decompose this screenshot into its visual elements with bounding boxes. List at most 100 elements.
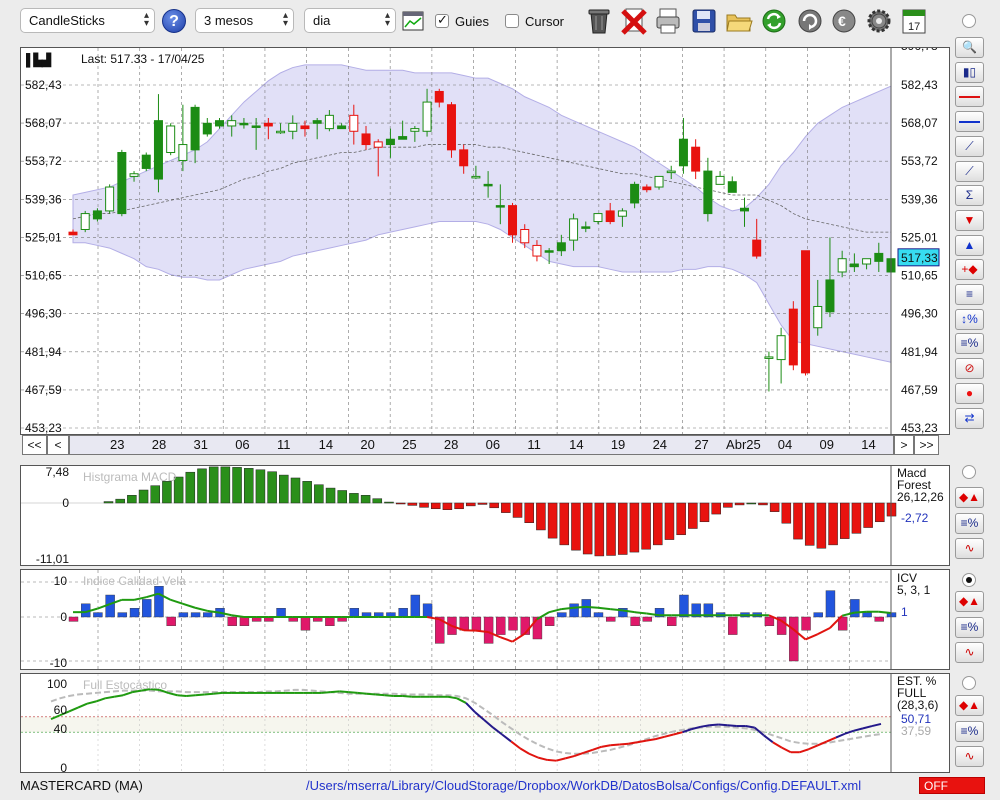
y-tick-label: 568,07 bbox=[25, 116, 62, 130]
trendline-icon[interactable]: ⟋ bbox=[955, 160, 984, 182]
interval-select[interactable]: dia ▴ ▾ bbox=[304, 8, 396, 33]
nav-first-button[interactable]: << bbox=[22, 435, 47, 455]
icv-bar bbox=[728, 616, 738, 635]
period-select[interactable]: 3 mesos ▴ ▾ bbox=[195, 8, 294, 33]
print-icon[interactable] bbox=[654, 6, 682, 36]
x-tick-label: 06 bbox=[235, 437, 250, 452]
stochastic-k-line bbox=[402, 695, 412, 698]
macd-bar bbox=[699, 502, 710, 523]
icv-bar bbox=[325, 616, 335, 627]
stochastic-k-line bbox=[339, 690, 349, 694]
crossing-curves-icon[interactable]: ∿ bbox=[955, 642, 984, 663]
candle bbox=[324, 114, 334, 130]
nav-next-button[interactable]: > bbox=[894, 435, 914, 455]
percent-scale-icon[interactable]: ↕% bbox=[955, 308, 984, 330]
chart-type-select[interactable]: CandleSticks ▴ ▾ bbox=[20, 8, 155, 33]
icv-bar bbox=[789, 616, 799, 662]
macd-bar bbox=[793, 502, 803, 540]
candle bbox=[569, 218, 579, 241]
horizontal-line-blue-icon[interactable] bbox=[955, 111, 984, 133]
stochastic-name: EST. % FULL bbox=[897, 674, 937, 700]
candle bbox=[849, 263, 859, 268]
icv-bar bbox=[166, 616, 176, 627]
macd-bar bbox=[816, 502, 827, 549]
macd-bar bbox=[629, 502, 640, 553]
update-icon[interactable] bbox=[796, 6, 824, 36]
settings-icon[interactable] bbox=[865, 6, 893, 36]
horizontal-line-red-icon[interactable] bbox=[955, 86, 984, 108]
stochastic-pane-radio[interactable] bbox=[962, 676, 976, 690]
calendar-icon[interactable]: 17 bbox=[900, 6, 928, 36]
trash-icon[interactable] bbox=[585, 6, 613, 36]
nav-last-button[interactable]: >> bbox=[914, 435, 939, 455]
macd-name: Macd Forest bbox=[897, 466, 932, 492]
currency-icon[interactable]: € bbox=[830, 6, 858, 36]
icv-bar bbox=[496, 616, 506, 635]
bar-style-icon[interactable]: ▮▯ bbox=[955, 61, 984, 83]
icv-pane[interactable]: 10 0 -10 Indice Calidad Vela ICV 5, 3, 1 1 bbox=[20, 569, 950, 670]
price-chart-pane[interactable]: 596,78 582,43 582,43 568,07 568,07 553,72 553,… bbox=[20, 47, 950, 435]
save-icon[interactable] bbox=[690, 6, 718, 36]
candle bbox=[874, 252, 884, 262]
icv-signal-line bbox=[854, 610, 867, 614]
y-tick-label: 568,07 bbox=[901, 116, 938, 130]
last-price-label: Last: 517.33 - 17/04/25 bbox=[81, 52, 205, 66]
macd-bar bbox=[372, 498, 383, 504]
delete-icon[interactable] bbox=[620, 6, 648, 36]
grid-lines-icon[interactable]: ≡ bbox=[955, 284, 984, 305]
main-pane-radio[interactable] bbox=[962, 14, 976, 28]
icv-bar bbox=[801, 616, 811, 631]
guides-checkbox[interactable] bbox=[435, 12, 449, 28]
date-axis[interactable]: 23 28 31 06 11 14 20 25 28 06 11 14 19 24 27 Abr25 04 09 1… bbox=[69, 435, 917, 455]
y-tick-label: 100 bbox=[47, 677, 67, 691]
macd-pane[interactable]: 7,48 0 -11,01 Histgrama MACD Macd Forest 2… bbox=[20, 465, 950, 566]
help-button[interactable]: ? bbox=[162, 9, 186, 33]
arrow-up-blue-icon[interactable]: ▲ bbox=[955, 234, 984, 256]
arrow-down-red-icon[interactable]: ▼ bbox=[955, 209, 984, 231]
percent-lines-icon[interactable]: ≡% bbox=[955, 616, 984, 638]
refresh-icon[interactable] bbox=[760, 6, 788, 36]
icv-bar bbox=[850, 599, 860, 618]
cursor-checkbox[interactable] bbox=[505, 14, 519, 28]
select-chevron-icon: ▴ ▾ bbox=[384, 10, 390, 29]
percent-lines-icon[interactable]: ≡% bbox=[955, 720, 984, 742]
arrows-up-down-icon[interactable]: ◆▲ bbox=[955, 487, 984, 508]
stochastic-k-line bbox=[601, 744, 611, 748]
fibonacci-icon[interactable]: ⟋ bbox=[955, 135, 984, 157]
macd-bar bbox=[828, 502, 838, 546]
macd-params: 26,12,26 bbox=[897, 490, 944, 504]
stop-icon[interactable]: ⊘ bbox=[955, 358, 984, 380]
crossing-curves-icon[interactable]: ∿ bbox=[955, 746, 984, 767]
arrows-up-down-icon[interactable]: ◆▲ bbox=[955, 695, 984, 716]
candle bbox=[837, 258, 847, 273]
stochastic-k-line bbox=[718, 723, 728, 727]
stochastic-pane[interactable]: 100 60 40 0 Full Estocàstico EST. % FULL (2… bbox=[20, 673, 950, 773]
open-folder-icon[interactable] bbox=[725, 6, 753, 36]
percent-icon[interactable]: ≡% bbox=[955, 333, 984, 355]
nav-prev-button[interactable]: < bbox=[47, 435, 69, 455]
candle bbox=[825, 279, 835, 313]
candle bbox=[703, 170, 713, 215]
macd-bar bbox=[734, 502, 745, 506]
icv-bar bbox=[874, 616, 884, 622]
mode-off-button[interactable]: OFF bbox=[919, 777, 985, 794]
sigma-line-icon[interactable]: Σ bbox=[955, 185, 984, 207]
macd-bar bbox=[407, 502, 418, 506]
icv-bar bbox=[764, 616, 775, 627]
macd-bar bbox=[536, 502, 546, 531]
add-remove-icon[interactable]: +◆ bbox=[955, 259, 984, 281]
macd-bar bbox=[466, 502, 476, 507]
crossing-curves-icon[interactable]: ∿ bbox=[955, 538, 984, 559]
chart-window-icon[interactable] bbox=[402, 10, 424, 32]
zoom-icon[interactable]: 🔍 bbox=[955, 37, 984, 58]
arrows-up-down-icon[interactable]: ◆▲ bbox=[955, 591, 984, 612]
icv-pane-radio[interactable] bbox=[962, 573, 976, 587]
icv-bar bbox=[679, 594, 689, 618]
swap-icon[interactable]: ⇄ bbox=[955, 407, 984, 429]
stochastic-k-line bbox=[321, 691, 331, 694]
record-dot-icon[interactable]: ● bbox=[955, 382, 984, 404]
percent-lines-icon[interactable]: ≡% bbox=[955, 512, 984, 534]
macd-pane-radio[interactable] bbox=[962, 465, 976, 479]
icv-bar bbox=[300, 616, 311, 631]
stochastic-k-line bbox=[772, 741, 783, 749]
